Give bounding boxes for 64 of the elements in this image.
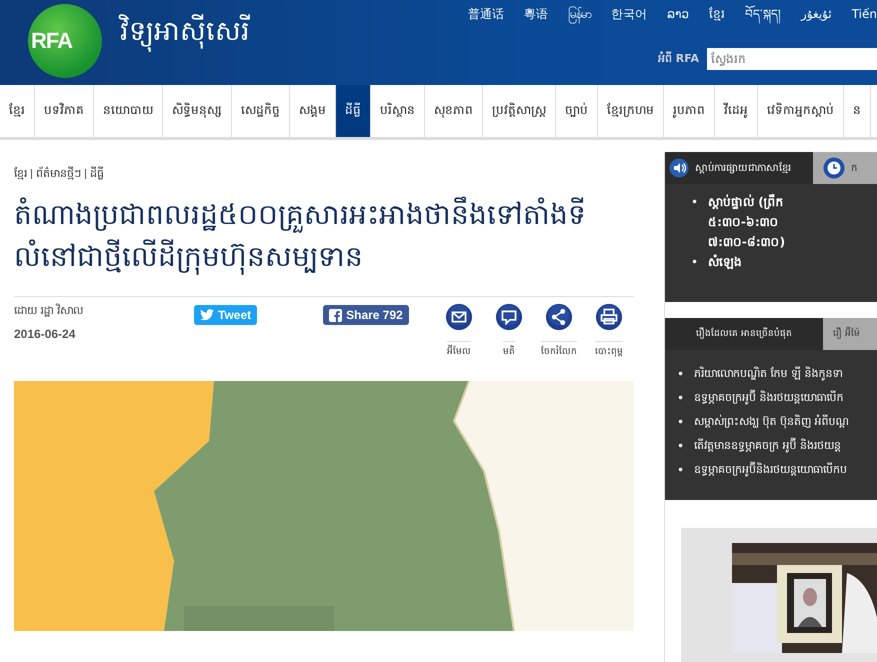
- bullet: •: [677, 390, 684, 407]
- clock-icon: [823, 157, 845, 179]
- nav-tab[interactable]: នយោបាយ: [94, 85, 163, 137]
- breadcrumb-link[interactable]: ដីធ្លី: [90, 166, 104, 182]
- share-button[interactable]: Share 792: [323, 305, 409, 325]
- language-link[interactable]: 粵语: [514, 4, 558, 24]
- tool-label: ចែករំលែក: [541, 341, 577, 358]
- breadcrumb-link[interactable]: ខ្មែរ: [14, 166, 27, 182]
- story-link[interactable]: ឧទ្ធម្ភាគចក្រអូប៊ីនិងរថយន្តយោធាបើកប: [694, 458, 848, 482]
- article-title: តំណាងប្រជាពលរដ្ឋ៥០០គ្រួសារអះអាងថានឹងទៅតាំងទីលំនៅជាថ្មីលើដីក្រុមហ៊ុនសម្បទាន: [14, 196, 587, 277]
- bullet: •: [691, 194, 698, 211]
- nav-tab[interactable]: សុខភាព: [425, 85, 483, 137]
- nav-tab[interactable]: សេដ្ឋកិច្ច: [232, 85, 290, 137]
- bullet: •: [691, 254, 698, 271]
- language-link[interactable]: ئۇيغۇر: [791, 4, 842, 24]
- speaker-icon: [669, 158, 689, 178]
- language-link[interactable]: 한국어: [601, 4, 658, 24]
- story-link[interactable]: ភរិយាលោកបណ្ឌិត កែម ឡី និងកូនទា: [694, 362, 843, 386]
- nav-tab[interactable]: ខ្មែរ: [0, 85, 35, 137]
- nav-tab[interactable]: បទវិភាគ: [35, 85, 94, 137]
- bullet: •: [677, 414, 684, 431]
- panel-tab[interactable]: ក: [813, 152, 877, 184]
- search-field[interactable]: ស្វែងរក: [707, 48, 877, 70]
- language-link[interactable]: ខ្មែរ: [699, 4, 736, 24]
- panel-tab[interactable]: រឿ អ៊ីម៉ែ: [823, 318, 877, 350]
- nav-tab[interactable]: ប្រវត្តិសាស្ត្រ: [483, 85, 556, 137]
- listen-link[interactable]: សំឡេង: [708, 252, 858, 272]
- nav-tab[interactable]: ខ្មែរក្រហម: [598, 85, 664, 137]
- nav-tab[interactable]: វីដេអូ: [715, 85, 758, 137]
- facebook-icon: [329, 308, 342, 322]
- story-link[interactable]: សម្ដាស់ព្រះសង្ឃ ប៊ុត ប៊ុនតិញ អំពីបណ្ដ: [694, 410, 849, 434]
- bullet: •: [677, 438, 684, 455]
- language-link[interactable]: བོད་སྐད།: [735, 4, 792, 24]
- byline: ដោយ រដ្ឋា វិសាល: [14, 303, 84, 319]
- tool-label: មតិ: [503, 341, 515, 358]
- bullet: •: [677, 462, 684, 479]
- about-link[interactable]: អំពី RFA: [658, 51, 699, 67]
- speech-bubble-icon[interactable]: [495, 303, 523, 331]
- nav-tab[interactable]: ដីធ្លី: [336, 85, 371, 137]
- nav-tab[interactable]: វេទិកាអ្នកស្ដាប់: [758, 85, 844, 137]
- nav-tab[interactable]: ន: [844, 85, 871, 137]
- bird-icon: [200, 309, 214, 321]
- tool-label: អ៊ីមែល: [447, 341, 471, 358]
- nav-tab[interactable]: សិទ្ធិមនុស្ស: [163, 85, 232, 137]
- nav-tab[interactable]: បរិស្ថាន: [371, 85, 425, 137]
- language-link[interactable]: Tiến: [842, 4, 877, 24]
- panel-tab[interactable]: ស្ដាប់ការផ្សាយជាភាសាខ្មែរ: [665, 152, 813, 184]
- nav-tab[interactable]: រូបភាព: [664, 85, 715, 137]
- envelope-icon[interactable]: [445, 303, 473, 331]
- site-title: វិទ្យុអាស៊ីសេរី: [120, 14, 250, 53]
- breadcrumb-link[interactable]: ព័ត៌មានថ្មីៗ: [36, 166, 81, 182]
- panel-tab[interactable]: រឿងដែលគេ អានច្រើនបំផុត: [665, 318, 823, 350]
- printer-icon[interactable]: [595, 303, 623, 331]
- language-link[interactable]: ລາວ: [657, 4, 700, 24]
- story-link[interactable]: តើវត្តមានឧទ្ធម្ភាគចក្រ អូប៊ី និងរថយន្ត: [694, 434, 842, 458]
- language-link[interactable]: 普通话: [458, 4, 514, 24]
- nav-tab[interactable]: ច្បាប់: [556, 85, 598, 137]
- story-link[interactable]: ឧទ្ធម្ភាគចក្រអូប៊ី និងរថយន្តយោធាបើក: [694, 386, 844, 410]
- tool-label: បោះពុម្ព: [595, 341, 623, 358]
- date: 2016-06-24: [14, 327, 76, 341]
- listen-link[interactable]: ស្ដាប់ផ្ទាល់ (ព្រឹក ៥:៣០-៦:៣០ ៧:៣០-៨:៣០): [708, 192, 858, 252]
- share-icon[interactable]: [545, 303, 573, 331]
- language-link[interactable]: မြန်မာ: [558, 4, 602, 24]
- bullet: •: [677, 366, 684, 383]
